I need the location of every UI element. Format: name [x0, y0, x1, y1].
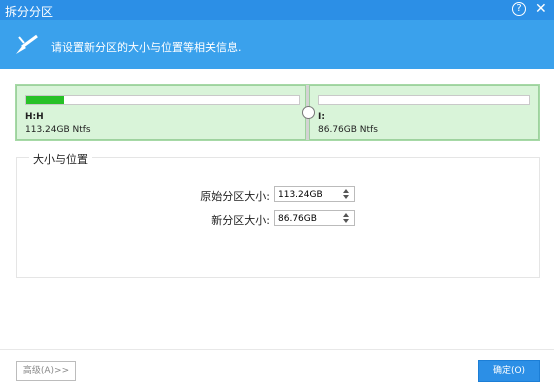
advanced-button[interactable]: 高级(A)>> [16, 361, 76, 381]
group-title: 大小与位置 [29, 151, 92, 167]
partition-name: H:H [25, 112, 44, 122]
help-icon[interactable]: ? [512, 2, 526, 16]
usage-fill [26, 96, 65, 104]
close-icon[interactable]: ✕ [535, 1, 547, 17]
partition-h[interactable]: H:H 113.24GB Ntfs [16, 85, 306, 140]
disk-map: H:H 113.24GB Ntfs I: 86.76GB Ntfs [15, 84, 540, 141]
ok-button[interactable]: 确定(O) [478, 360, 540, 382]
usage-bar [25, 95, 300, 105]
split-partition-icon [16, 34, 38, 54]
arrow-down-icon[interactable] [343, 195, 349, 199]
stepper-arrows[interactable] [343, 212, 351, 224]
partition-size: 86.76GB Ntfs [318, 125, 378, 135]
partition-size: 113.24GB Ntfs [25, 125, 91, 135]
new-size-stepper[interactable] [274, 210, 355, 226]
original-size-stepper[interactable] [274, 186, 355, 202]
usage-bar [318, 95, 530, 105]
original-size-label: 原始分区大小: [200, 190, 270, 203]
arrow-up-icon[interactable] [343, 189, 349, 193]
partition-name: I: [318, 112, 325, 122]
new-size-input[interactable] [275, 212, 338, 226]
arrow-down-icon[interactable] [343, 219, 349, 223]
window-title: 拆分分区 [5, 5, 54, 19]
banner-message: 请设置新分区的大小与位置等相关信息. [51, 41, 242, 54]
footer-divider [0, 349, 554, 350]
stepper-arrows[interactable] [343, 188, 351, 200]
title-bar: 拆分分区 ? ✕ [0, 0, 554, 20]
partition-i[interactable]: I: 86.76GB Ntfs [309, 85, 539, 140]
header-banner: 请设置新分区的大小与位置等相关信息. [0, 20, 554, 69]
original-size-input[interactable] [275, 188, 338, 202]
dialog-content: H:H 113.24GB Ntfs I: 86.76GB Ntfs 大小与位置 … [0, 69, 554, 390]
split-handle[interactable] [302, 106, 315, 119]
arrow-up-icon[interactable] [343, 213, 349, 217]
new-size-label: 新分区大小: [211, 214, 270, 227]
